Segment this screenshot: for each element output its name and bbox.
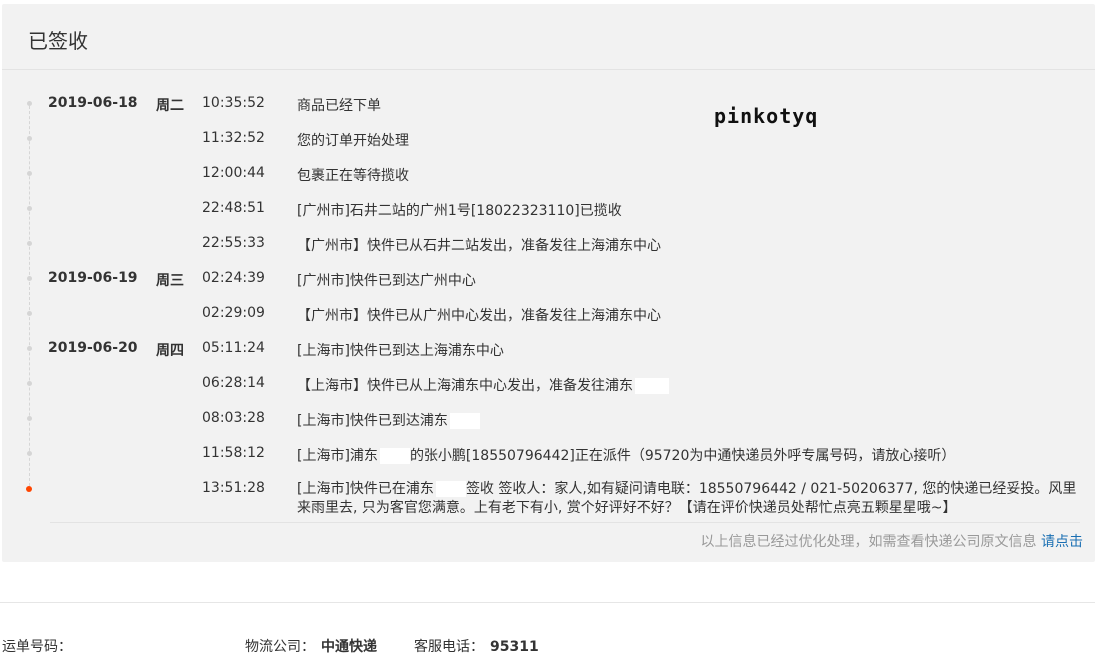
event-time: 08:03:28 bbox=[202, 410, 265, 426]
redaction-mask bbox=[635, 378, 669, 394]
timeline-dot bbox=[27, 136, 32, 141]
event-time: 02:29:09 bbox=[202, 305, 265, 321]
timeline-dot bbox=[27, 381, 32, 386]
timeline-row: 2019-06-19 周三 02:24:39 [广州市]快件已到达广州中心 bbox=[0, 269, 1097, 289]
event-time: 06:28:14 bbox=[202, 375, 265, 391]
optimization-note: 以上信息已经过优化处理，如需查看快递公司原文信息 请点击 bbox=[701, 531, 1083, 551]
divider bbox=[50, 522, 1080, 523]
event-time: 22:55:33 bbox=[202, 235, 265, 251]
event-time: 05:11:24 bbox=[202, 340, 265, 356]
event-message-text: [上海市]快件已到达浦东 bbox=[297, 413, 448, 429]
event-weekday: 周四 bbox=[156, 343, 184, 359]
timeline-dot bbox=[27, 101, 32, 106]
event-message: 您的订单开始处理 bbox=[297, 133, 409, 149]
waybill-field: 运单号码： bbox=[2, 636, 72, 656]
timeline-dot bbox=[27, 346, 32, 351]
event-message: 【广州市】快件已从石井二站发出，准备发往上海浦东中心 bbox=[297, 238, 661, 254]
event-time: 13:51:28 bbox=[202, 480, 265, 496]
event-message: 商品已经下单 bbox=[297, 98, 381, 114]
redaction-mask bbox=[379, 448, 410, 464]
timeline-dot bbox=[27, 276, 32, 281]
company-label: 物流公司： bbox=[245, 639, 315, 655]
event-date: 2019-06-18 bbox=[48, 95, 138, 111]
phone-value: 95311 bbox=[490, 639, 539, 655]
timeline-row: 2019-06-20 周四 05:11:24 [上海市]快件已到达上海浦东中心 bbox=[0, 339, 1097, 359]
event-time: 12:00:44 bbox=[202, 165, 265, 181]
event-time: 02:24:39 bbox=[202, 270, 265, 286]
company-value: 中通快递 bbox=[321, 639, 377, 655]
timeline-row: 11:58:12 [上海市]浦东 的张小鹏[18550796442]正在派件（95… bbox=[0, 444, 1097, 464]
panel-header: 已签收 bbox=[2, 4, 1095, 70]
timeline-dot bbox=[27, 451, 32, 456]
phone-label: 客服电话： bbox=[414, 639, 484, 655]
timeline-row: 2019-06-18 周二 10:35:52 商品已经下单 bbox=[0, 94, 1097, 114]
timeline-row: 22:55:33 【广州市】快件已从石井二站发出，准备发往上海浦东中心 bbox=[0, 234, 1097, 254]
company-field: 物流公司： 中通快递 bbox=[245, 636, 377, 656]
event-date: 2019-06-19 bbox=[48, 270, 138, 286]
event-message: [广州市]石井二站的广州1号[18022323110]已揽收 bbox=[297, 203, 622, 219]
timeline-dot bbox=[27, 311, 32, 316]
timeline-dot bbox=[27, 171, 32, 176]
event-weekday: 周三 bbox=[156, 273, 184, 289]
event-message: [上海市]快件已到达上海浦东中心 bbox=[297, 343, 504, 359]
event-message: 包裹正在等待揽收 bbox=[297, 168, 409, 184]
event-message-text-a: [上海市]浦东 bbox=[297, 448, 378, 464]
timeline-row: 22:48:51 [广州市]石井二站的广州1号[18022323110]已揽收 bbox=[0, 199, 1097, 219]
timeline-row: 11:32:52 您的订单开始处理 bbox=[0, 129, 1097, 149]
event-time: 11:58:12 bbox=[202, 445, 265, 461]
timeline-row: 12:00:44 包裹正在等待揽收 bbox=[0, 164, 1097, 184]
event-message-text-b: 的张小鹏[18550796442]正在派件（95720为中通快递员外呼专属号码，… bbox=[409, 448, 956, 464]
event-weekday: 周二 bbox=[156, 98, 184, 114]
view-original-link[interactable]: 请点击 bbox=[1041, 534, 1083, 550]
note-text: 以上信息已经过优化处理，如需查看快递公司原文信息 bbox=[700, 534, 1037, 550]
redaction-mask bbox=[449, 413, 480, 429]
event-message: 【上海市】快件已从上海浦东中心发出，准备发往浦东 bbox=[297, 375, 669, 395]
timeline-dot bbox=[27, 416, 32, 421]
timeline-row: 08:03:28 [上海市]快件已到达浦东 bbox=[0, 409, 1097, 429]
event-message: [上海市]快件已到达浦东 bbox=[297, 410, 480, 430]
timeline-row: 02:29:09 【广州市】快件已从广州中心发出，准备发往上海浦东中心 bbox=[0, 304, 1097, 324]
event-time: 11:32:52 bbox=[202, 130, 265, 146]
watermark-text: pinkotyq bbox=[714, 104, 819, 128]
timeline-dot-current bbox=[26, 486, 32, 492]
event-message: [上海市]浦东 的张小鹏[18550796442]正在派件（95720为中通快递员… bbox=[297, 445, 955, 465]
timeline-row-latest: 13:51:28 [上海市]快件已在浦东 签收 签收人：家人,如有疑问请电联：18… bbox=[0, 479, 1097, 519]
event-time: 10:35:52 bbox=[202, 95, 265, 111]
phone-field: 客服电话： 95311 bbox=[414, 636, 539, 656]
event-message: [上海市]快件已在浦东 签收 签收人：家人,如有疑问请电联：18550796442… bbox=[297, 480, 1087, 518]
event-message: 【广州市】快件已从广州中心发出，准备发往上海浦东中心 bbox=[297, 308, 661, 324]
section-separator bbox=[0, 602, 1095, 603]
timeline-row: 06:28:14 【上海市】快件已从上海浦东中心发出，准备发往浦东 bbox=[0, 374, 1097, 394]
timeline-dot bbox=[27, 241, 32, 246]
event-message: [广州市]快件已到达广州中心 bbox=[297, 273, 476, 289]
waybill-label: 运单号码： bbox=[2, 639, 72, 655]
event-message-text-a: [上海市]快件已在浦东 bbox=[297, 481, 434, 497]
event-date: 2019-06-20 bbox=[48, 340, 138, 356]
event-message-text: 【上海市】快件已从上海浦东中心发出，准备发往浦东 bbox=[297, 378, 633, 394]
timeline-dot bbox=[27, 206, 32, 211]
redaction-mask bbox=[435, 481, 466, 497]
status-title: 已签收 bbox=[28, 29, 88, 53]
event-time: 22:48:51 bbox=[202, 200, 265, 216]
